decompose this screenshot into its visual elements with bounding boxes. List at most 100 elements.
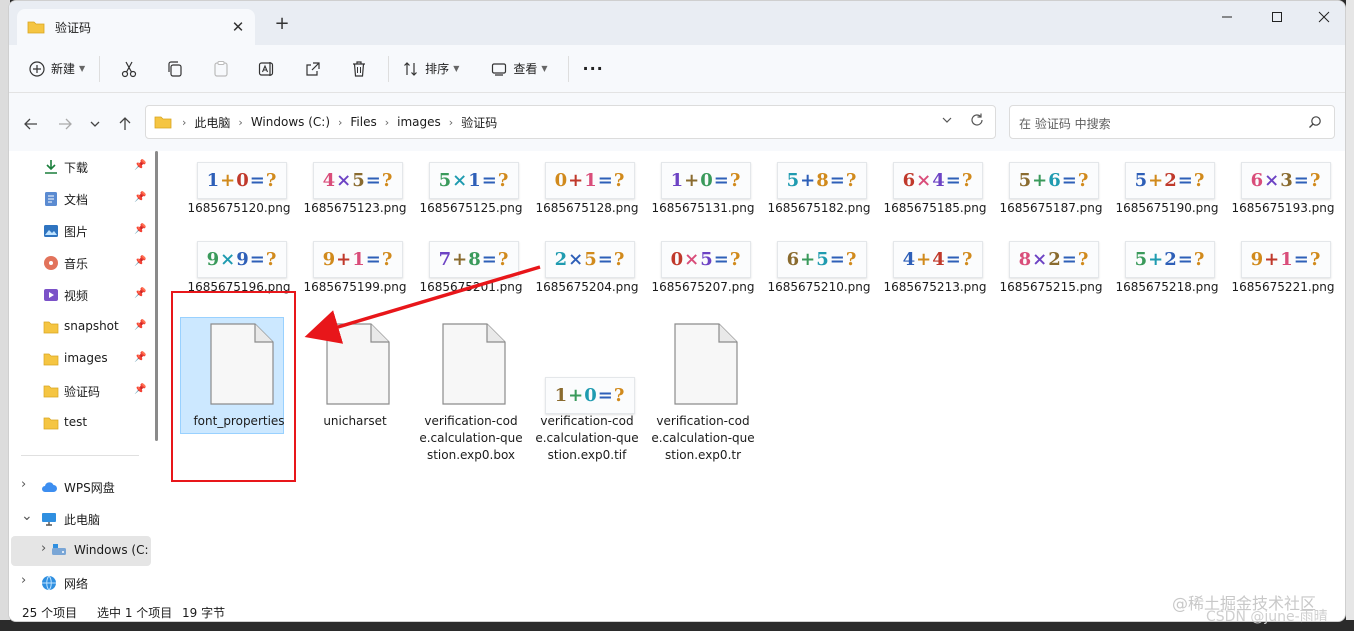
- captcha-thumbnail: 5 +2 =?: [1125, 162, 1215, 199]
- file-name: 1685675210.png: [767, 280, 871, 294]
- pin-icon: 📌: [134, 256, 147, 267]
- cut-button[interactable]: [112, 53, 146, 85]
- captcha-thumbnail: 4 × 5 =?: [313, 162, 403, 199]
- download-icon: [45, 160, 57, 174]
- chevron-right-icon: ›: [448, 115, 454, 129]
- view-button[interactable]: 查看 ▼: [483, 53, 555, 85]
- file-name: 1685675120.png: [187, 201, 291, 215]
- paste-button[interactable]: [204, 53, 238, 85]
- captcha-thumbnail: 2 × 5 =?: [545, 241, 635, 278]
- minimize-button[interactable]: [1204, 5, 1250, 29]
- item-count: 25 个项目: [22, 606, 78, 620]
- close-window-button[interactable]: [1301, 5, 1345, 29]
- address-dropdown-icon[interactable]: [941, 114, 953, 126]
- captcha-thumbnail: 6 +5 =?: [777, 241, 867, 278]
- sort-button[interactable]: 排序 ▼: [395, 53, 467, 85]
- new-label: 新建: [51, 62, 76, 76]
- sidebar-item-11[interactable]: › Windows (C:: [11, 536, 151, 566]
- copy-button[interactable]: [158, 53, 192, 85]
- network-icon: [42, 575, 56, 591]
- chevron-right-icon: ›: [182, 115, 187, 129]
- scissors-icon: [122, 61, 137, 77]
- sidebar-item-9[interactable]: › WPS网盘: [9, 472, 149, 502]
- new-button[interactable]: 新建 ▼: [21, 53, 93, 85]
- captcha-thumbnail: 1 +0 =?: [661, 162, 751, 199]
- captcha-thumbnail: 5 +2 =?: [1125, 241, 1215, 278]
- sidebar-item-label: 音乐: [64, 257, 89, 271]
- sidebar-item-2[interactable]: 图片 📌: [9, 216, 149, 246]
- chevron-right-icon: ›: [384, 115, 390, 129]
- chevron-down-icon: ▼: [541, 64, 548, 73]
- sidebar-item-label: 视频: [64, 289, 89, 303]
- search-box[interactable]: 在 验证码 中搜索: [1009, 105, 1335, 139]
- maximize-button[interactable]: [1254, 5, 1300, 29]
- new-tab-button[interactable]: +: [271, 13, 293, 35]
- maximize-icon: [1272, 12, 1282, 22]
- breadcrumb-files[interactable]: Files: [350, 115, 376, 129]
- sidebar-item-6[interactable]: images 📌: [9, 344, 149, 374]
- folder-icon: [43, 321, 59, 334]
- chevron-right-icon[interactable]: ›: [21, 573, 26, 588]
- address-bar[interactable]: › 此电脑 › Windows (C:) › Files › images › …: [145, 105, 996, 139]
- sidebar-item-label: 验证码: [64, 385, 101, 399]
- cloud-icon: [42, 482, 57, 492]
- sidebar-item-label: 图片: [64, 225, 89, 239]
- more-options-button[interactable]: ···: [575, 53, 612, 85]
- file-name: 1685675207.png: [651, 280, 755, 294]
- sidebar-item-4[interactable]: 视频 📌: [9, 280, 149, 310]
- drive-icon: [52, 544, 66, 555]
- rename-icon: [259, 61, 274, 76]
- file-name: 1685675215.png: [999, 280, 1103, 294]
- captcha-thumbnail: 6 × 3 =?: [1241, 162, 1331, 199]
- sidebar-item-1[interactable]: 文档 📌: [9, 184, 149, 214]
- back-button[interactable]: [19, 113, 43, 135]
- sidebar-item-10[interactable]: ⌄ 此电脑: [9, 504, 149, 534]
- sidebar-item-5[interactable]: snapshot 📌: [9, 312, 149, 342]
- rename-button[interactable]: [250, 53, 284, 85]
- tab-title: 验证码: [55, 20, 92, 35]
- minimize-icon: [1222, 16, 1232, 18]
- pin-icon: 📌: [134, 288, 147, 299]
- sidebar-item-3[interactable]: 音乐 📌: [9, 248, 149, 278]
- delete-button[interactable]: [342, 53, 376, 85]
- computer-icon: [42, 513, 56, 526]
- file-name: 1685675187.png: [999, 201, 1103, 215]
- file-name: 1685675131.png: [651, 201, 755, 215]
- breadcrumb-this-pc[interactable]: 此电脑: [194, 114, 230, 131]
- chevron-right-icon: ›: [338, 115, 343, 129]
- sidebar-item-label: images: [64, 351, 108, 365]
- file-name: 1685675199.png: [303, 280, 407, 294]
- arrow-left-icon: [24, 118, 37, 130]
- chevron-right-icon[interactable]: ›: [41, 541, 46, 556]
- folder-icon: [43, 353, 59, 366]
- share-button[interactable]: [296, 53, 330, 85]
- pin-icon: 📌: [134, 224, 147, 235]
- sidebar-item-0[interactable]: 下载 📌: [9, 152, 149, 182]
- folder-icon: [27, 21, 45, 34]
- close-tab-icon[interactable]: ✕: [229, 18, 247, 36]
- sidebar-item-12[interactable]: › 网络: [9, 568, 149, 598]
- sidebar-item-8[interactable]: test: [9, 408, 149, 438]
- close-icon: [1318, 11, 1330, 23]
- recent-locations-button[interactable]: [83, 113, 107, 135]
- address-row: › 此电脑 › Windows (C:) › Files › images › …: [9, 93, 1345, 151]
- sidebar-item-label: snapshot: [64, 319, 119, 333]
- sidebar-scrollbar[interactable]: [155, 151, 158, 441]
- refresh-icon[interactable]: [969, 112, 985, 128]
- sidebar-item-label: 文档: [64, 193, 89, 207]
- sidebar-item-label: 下载: [64, 161, 89, 175]
- chevron-right-icon[interactable]: ›: [21, 477, 26, 492]
- sidebar-item-label: Windows (C:: [74, 543, 149, 557]
- breadcrumb-windows-c[interactable]: Windows (C:): [251, 115, 330, 129]
- tab-verification-code[interactable]: 验证码 ✕: [17, 9, 255, 45]
- breadcrumb-verification-code[interactable]: 验证码: [461, 114, 497, 131]
- captcha-thumbnail: 5 +6 =?: [1009, 162, 1099, 199]
- file-name: verification-code.calculation-question.e…: [651, 414, 755, 462]
- breadcrumb-images[interactable]: images: [397, 115, 441, 129]
- forward-button[interactable]: [53, 113, 77, 135]
- chevron-down-icon[interactable]: ⌄: [21, 508, 33, 524]
- sidebar-item-7[interactable]: 验证码 📌: [9, 376, 149, 406]
- sidebar-item-label: WPS网盘: [64, 481, 115, 495]
- up-button[interactable]: [113, 113, 137, 135]
- more-icon: ···: [582, 59, 604, 78]
